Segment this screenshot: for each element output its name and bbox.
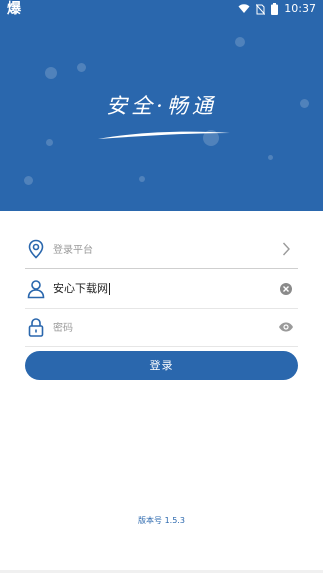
decor-dot xyxy=(46,139,53,146)
clear-icon[interactable] xyxy=(278,281,294,297)
wifi-icon xyxy=(238,4,250,13)
decor-dot xyxy=(24,176,33,185)
platform-placeholder: 登录平台 xyxy=(53,245,93,256)
eye-icon[interactable] xyxy=(278,319,294,335)
decor-dot xyxy=(77,63,86,72)
password-field[interactable]: 密码 xyxy=(25,308,298,347)
user-icon xyxy=(27,280,45,299)
chevron-right-icon xyxy=(282,242,290,256)
no-sim-icon xyxy=(256,3,266,15)
slogan-text: 安全·畅通 xyxy=(106,94,217,118)
lock-icon xyxy=(28,318,44,337)
battery-icon xyxy=(271,3,279,15)
login-button[interactable]: 登录 xyxy=(25,351,298,380)
username-value[interactable]: 安心下载网 xyxy=(53,280,110,296)
decor-dot xyxy=(45,67,57,79)
text-cursor xyxy=(109,283,110,295)
decor-dot xyxy=(235,37,245,47)
username-field[interactable]: 安心下载网 xyxy=(25,270,298,309)
platform-selector[interactable]: 登录平台 xyxy=(25,230,298,269)
username-value-text: 安心下载网 xyxy=(53,282,108,295)
location-pin-icon xyxy=(28,239,44,259)
login-screen: 爆 10:37 安全·畅通 登录平台 安心下载网 密码 登录 版本号 1.5.3 xyxy=(0,0,323,573)
header-banner: 爆 10:37 安全·畅通 xyxy=(0,0,323,211)
version-label: 版本号 1.5.3 xyxy=(138,516,185,525)
decor-dot xyxy=(268,155,273,160)
decor-dot xyxy=(139,176,145,182)
status-bar: 爆 10:37 xyxy=(0,0,323,18)
status-app-glyph: 爆 xyxy=(7,1,21,17)
status-time: 10:37 xyxy=(284,2,316,15)
password-placeholder: 密码 xyxy=(53,323,73,334)
slogan-brush-underline xyxy=(98,131,230,139)
status-icons: 10:37 xyxy=(238,0,316,18)
